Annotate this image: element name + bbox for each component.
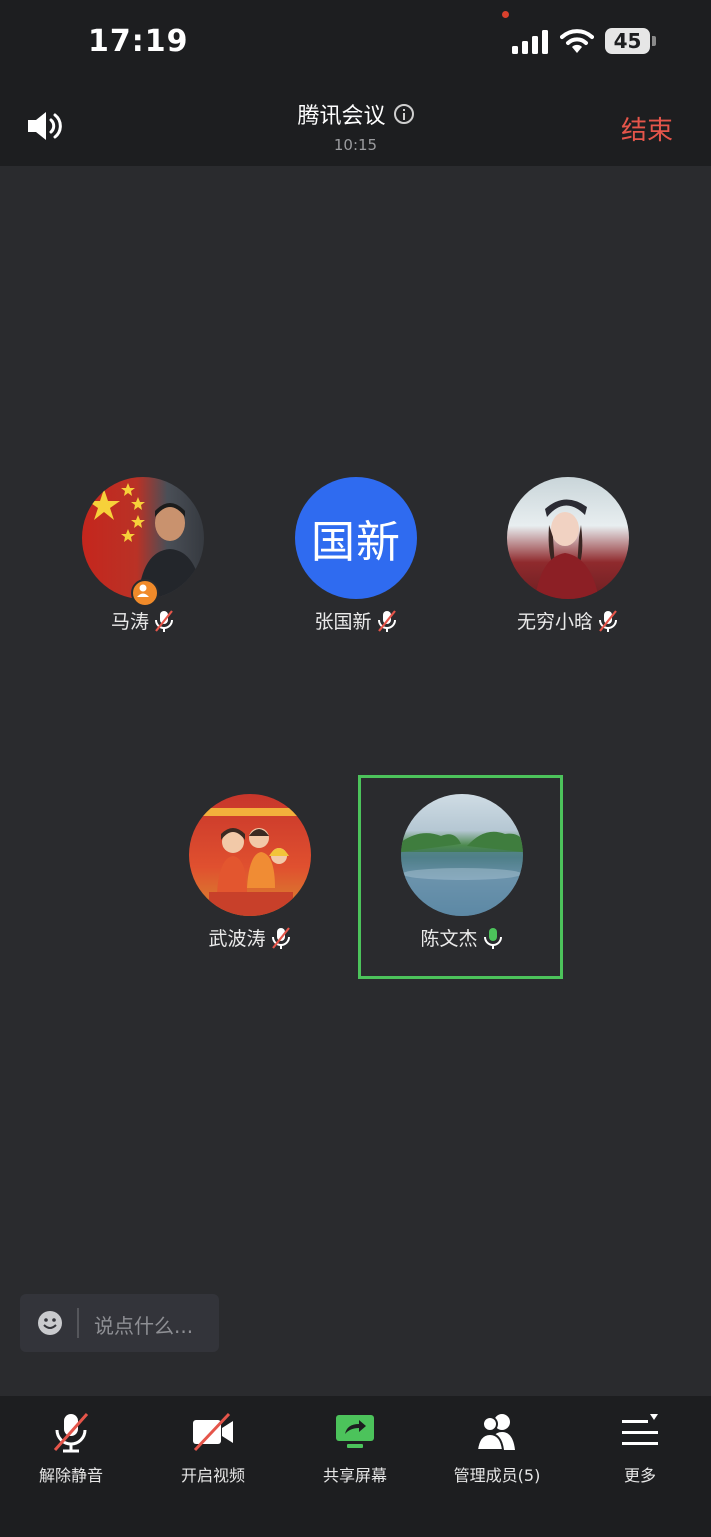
meeting-title[interactable]: 腾讯会议 xyxy=(0,98,711,130)
start-video-label: 开启视频 xyxy=(180,1466,245,1485)
battery-icon: 45 xyxy=(605,28,657,56)
chat-input[interactable]: 说点什么... xyxy=(20,1294,219,1352)
mic-muted-icon xyxy=(377,609,396,632)
bottom-toolbar: 解除静音 开启视频 共享屏幕 管理成员(5) 更多 xyxy=(0,1396,711,1537)
chat-placeholder: 说点什么... xyxy=(94,1314,194,1338)
recording-dot-icon xyxy=(502,11,509,18)
participant-tile[interactable]: 武波涛 xyxy=(150,794,350,951)
avatar xyxy=(401,794,523,916)
participant-name-row: 无穷小晗 xyxy=(468,607,668,634)
meeting-header: 腾讯会议 10:15 结束 xyxy=(0,88,711,166)
divider xyxy=(77,1308,79,1338)
end-meeting-button[interactable]: 结束 xyxy=(621,110,673,147)
info-icon[interactable] xyxy=(393,104,414,124)
avatar xyxy=(189,794,311,916)
mic-muted-icon xyxy=(155,609,173,632)
participant-tile[interactable]: 马涛 xyxy=(43,477,243,634)
meeting-title-text: 腾讯会议 xyxy=(297,104,386,129)
battery-level: 45 xyxy=(613,29,642,53)
avatar: 国新 xyxy=(295,477,417,599)
avatar-initials: 国新 xyxy=(311,517,401,568)
members-icon xyxy=(475,1414,515,1451)
mic-muted-icon xyxy=(271,926,290,949)
share-screen-button[interactable]: 共享屏幕 xyxy=(284,1410,426,1486)
more-button[interactable]: 更多 xyxy=(569,1410,711,1486)
mic-muted-icon xyxy=(53,1413,89,1453)
participant-tile[interactable]: 无穷小晗 xyxy=(468,477,668,634)
host-badge-icon xyxy=(131,579,159,607)
share-screen-icon xyxy=(336,1415,374,1448)
more-label: 更多 xyxy=(623,1466,656,1485)
camera-off-icon xyxy=(193,1412,233,1452)
participant-name-row: 马涛 xyxy=(43,607,243,634)
participant-name-row: 武波涛 xyxy=(150,924,350,951)
mic-muted-icon xyxy=(599,609,617,632)
status-time: 17:19 xyxy=(88,24,189,59)
manage-members-label: 管理成员(5) xyxy=(453,1466,541,1485)
meeting-timer: 10:15 xyxy=(333,136,378,154)
participant-name-row: 张国新 xyxy=(256,607,456,634)
participant-name: 无穷小晗 xyxy=(516,611,593,633)
more-menu-icon xyxy=(622,1414,658,1445)
start-video-button[interactable]: 开启视频 xyxy=(142,1410,284,1486)
participant-name-row: 陈文杰 xyxy=(362,924,562,951)
unmute-label: 解除静音 xyxy=(38,1466,103,1485)
wifi-icon xyxy=(560,29,594,53)
participant-name: 张国新 xyxy=(314,611,372,633)
landscape-photo-avatar-icon xyxy=(401,831,523,916)
mic-active-icon xyxy=(483,927,502,949)
manage-members-button[interactable]: 管理成员(5) xyxy=(426,1410,568,1486)
share-screen-label: 共享屏幕 xyxy=(322,1466,387,1485)
portrait-photo-avatar-icon xyxy=(535,499,599,599)
participant-tile[interactable]: 陈文杰 xyxy=(362,794,562,951)
unmute-button[interactable]: 解除静音 xyxy=(0,1410,142,1486)
cellular-signal-icon xyxy=(512,30,548,54)
participant-tile[interactable]: 国新 张国新 xyxy=(256,477,456,634)
emoji-icon[interactable] xyxy=(37,1310,63,1336)
family-illustration-avatar-icon xyxy=(197,808,303,916)
avatar xyxy=(507,477,629,599)
status-bar: 17:19 45 xyxy=(0,0,711,88)
participant-name: 武波涛 xyxy=(208,928,266,950)
participant-name: 陈文杰 xyxy=(420,928,478,950)
participant-name: 马涛 xyxy=(110,611,149,633)
